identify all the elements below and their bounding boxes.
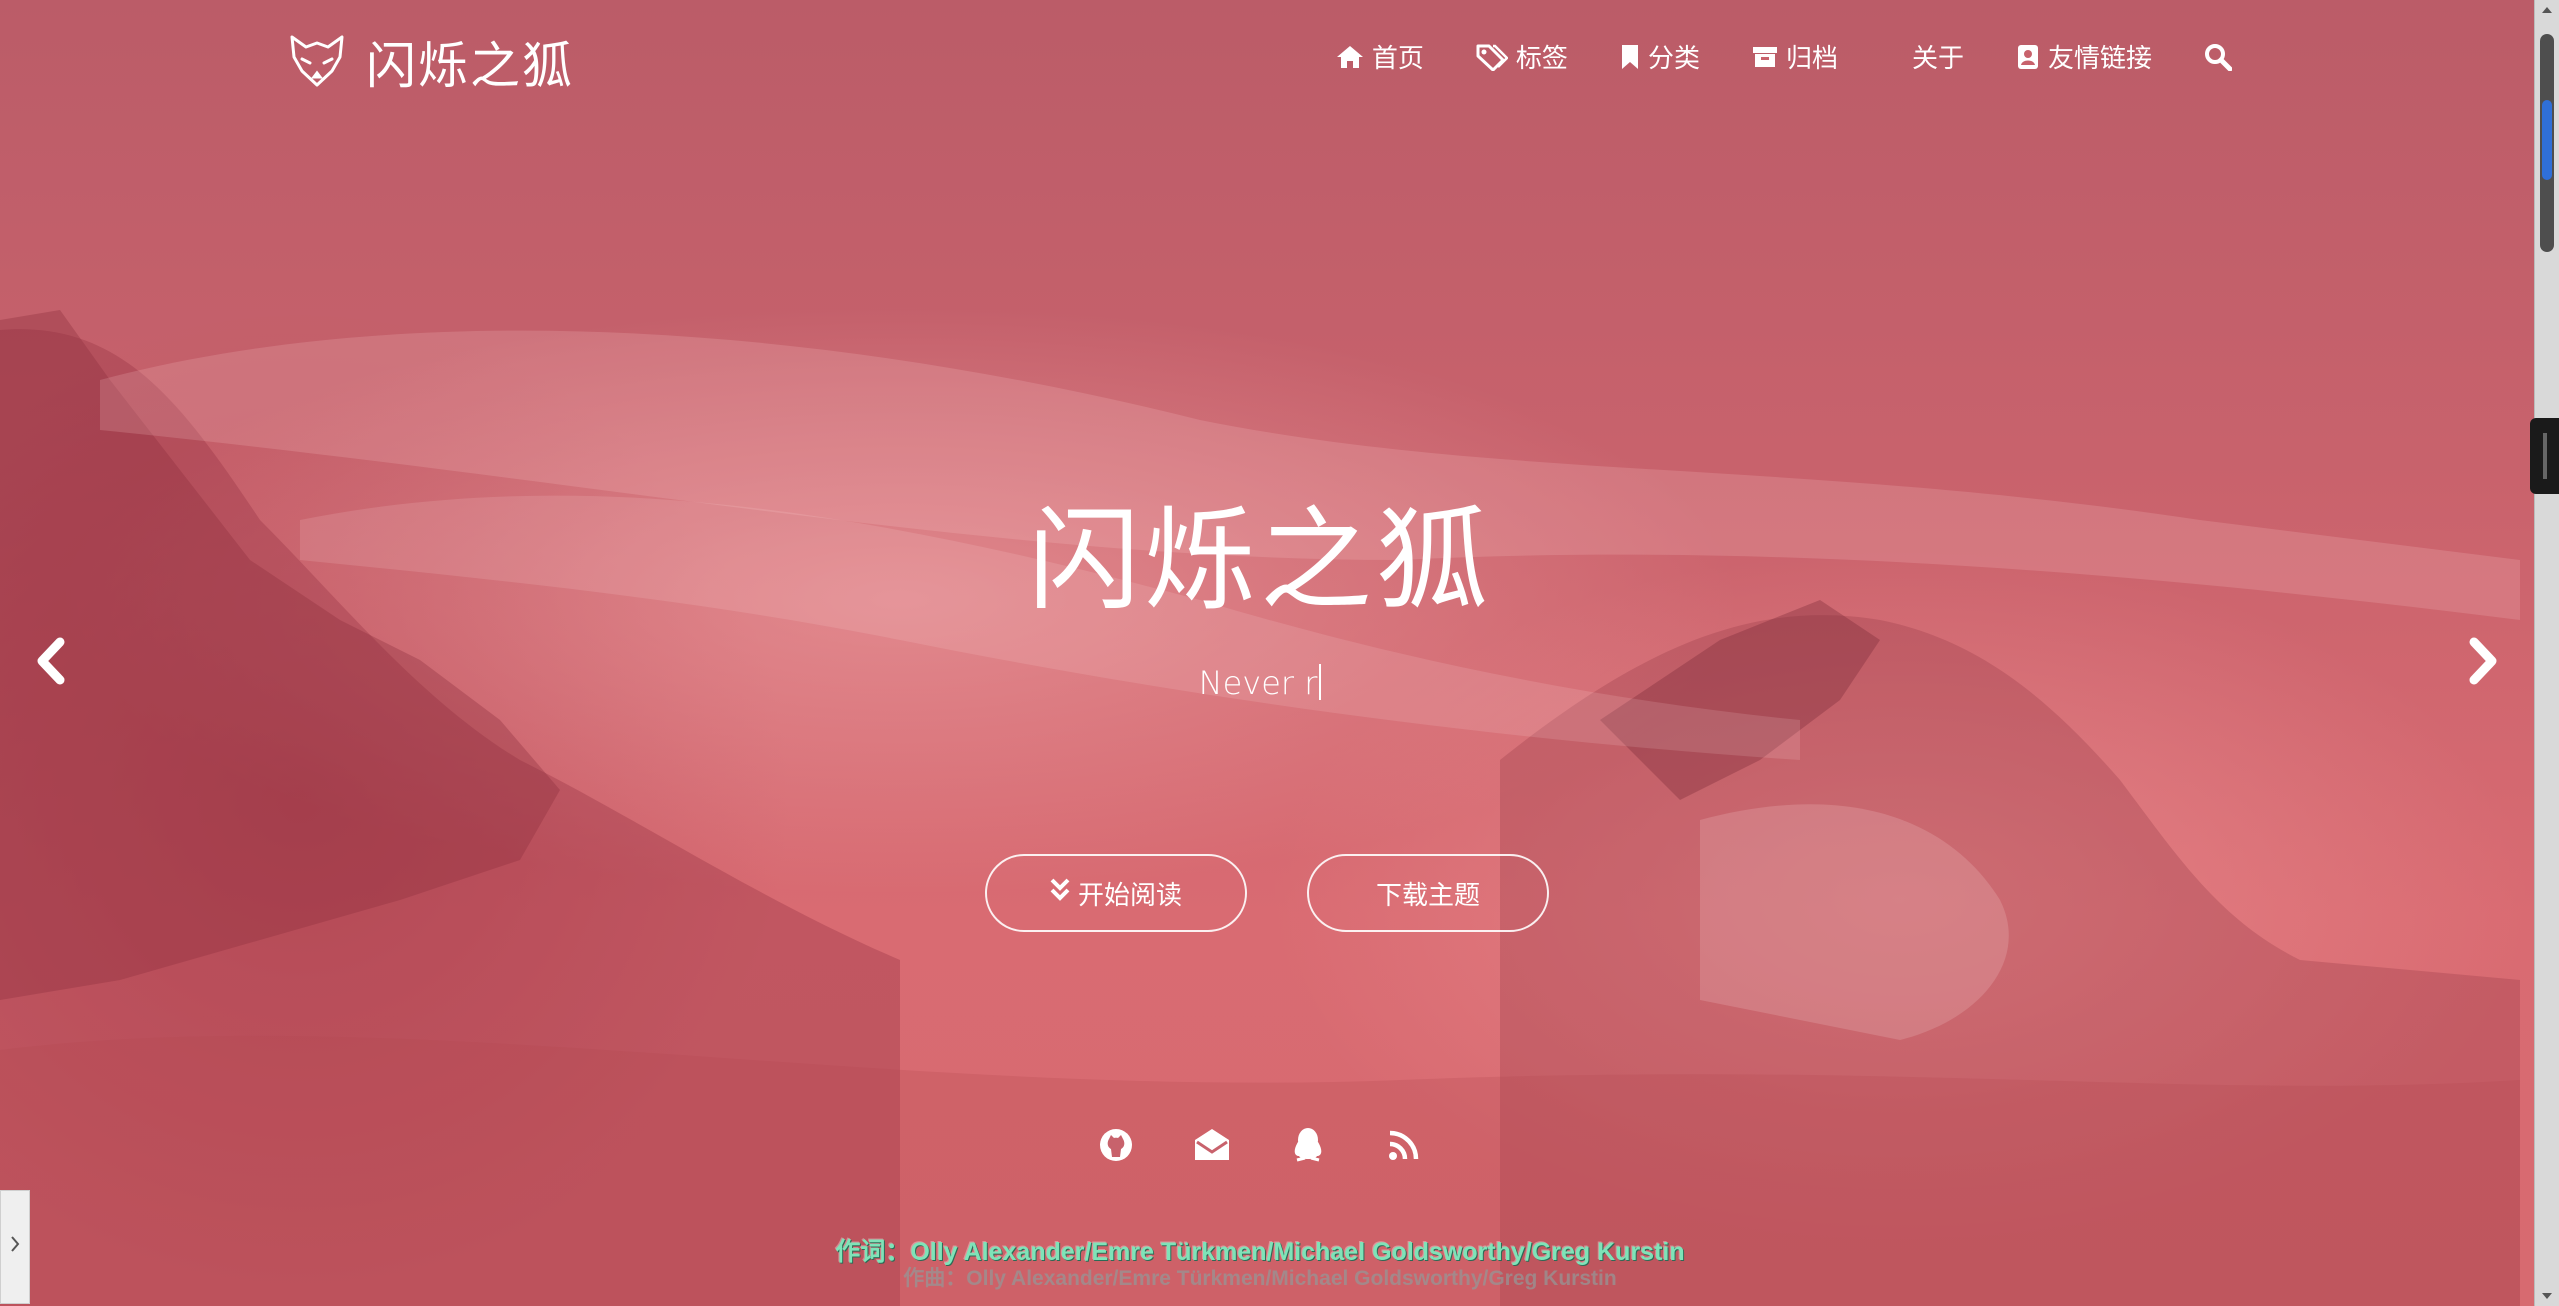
fox-icon (288, 31, 346, 94)
site-logo[interactable]: 闪烁之狐 (288, 26, 574, 98)
nav-label: 归档 (1785, 44, 1838, 74)
download-theme-label: 下载主题 (1375, 880, 1480, 911)
qq-icon (1291, 1126, 1325, 1169)
download-theme-button[interactable]: 下载主题 (1307, 854, 1549, 932)
bookmark-icon (1620, 44, 1640, 70)
carousel-next-button[interactable] (2462, 636, 2502, 686)
hero-title: 闪烁之狐 (1028, 496, 1492, 626)
carousel-prev-button[interactable] (32, 636, 72, 686)
vertical-scrollbar[interactable] (2534, 0, 2559, 1306)
typing-cursor (1319, 664, 1322, 700)
typed-text: Never r (1198, 664, 1318, 702)
email-link[interactable] (1193, 1128, 1231, 1166)
main-nav: 首页 标签 分类 归档 关于 友情链接 (1336, 38, 2232, 75)
nav-item-categories[interactable]: 分类 (1620, 38, 1700, 75)
hero-subtitle: Never r (0, 664, 2520, 702)
nav-label: 友情链接 (2047, 44, 2152, 74)
nav-label: 分类 (1647, 44, 1700, 74)
tags-icon (1476, 43, 1508, 71)
nav-label: 标签 (1515, 44, 1568, 74)
nav-item-archive[interactable]: 归档 (1752, 38, 1838, 75)
start-reading-label: 开始阅读 (1077, 880, 1182, 911)
envelope-open-icon (1193, 1128, 1231, 1167)
chevrons-down-icon (1050, 878, 1070, 909)
nav-label: 关于 (1911, 44, 1964, 74)
social-links (0, 1126, 2520, 1169)
scroll-position-indicator (2542, 100, 2552, 180)
start-reading-button[interactable]: 开始阅读 (985, 854, 1247, 932)
rss-link[interactable] (1385, 1128, 1423, 1166)
github-link[interactable] (1097, 1128, 1135, 1166)
rss-icon (1388, 1129, 1420, 1166)
nav-label: 首页 (1371, 44, 1424, 74)
site-title: 闪烁之狐 (366, 37, 574, 95)
search-icon (2204, 43, 2232, 71)
nav-item-tags[interactable]: 标签 (1476, 38, 1568, 75)
lyric-line-faded: 作曲：Olly Alexander/Emre Türkmen/Michael G… (903, 1267, 1617, 1290)
page-viewport: 闪烁之狐 首页 标签 分类 归档 关于 友情链接 闪烁之狐 Never r 开始… (0, 0, 2559, 1306)
qq-link[interactable] (1289, 1126, 1327, 1169)
archive-icon (1752, 45, 1778, 69)
nav-item-about[interactable]: 关于 (1890, 38, 1964, 75)
mountain-background (0, 310, 2520, 1306)
side-drag-handle[interactable] (2530, 418, 2559, 494)
scroll-up-button[interactable] (2535, 0, 2559, 20)
home-icon (1336, 44, 1364, 70)
address-book-icon (2016, 44, 2040, 70)
chevron-left-icon (32, 637, 72, 690)
search-button[interactable] (2204, 43, 2232, 71)
github-icon (1098, 1127, 1134, 1168)
nav-item-home[interactable]: 首页 (1336, 38, 1424, 75)
chevron-right-icon (9, 1233, 21, 1261)
chevron-right-icon (2462, 637, 2502, 690)
grip-icon (2542, 433, 2547, 479)
player-toggle-tab[interactable] (0, 1190, 30, 1304)
nav-item-links[interactable]: 友情链接 (2016, 38, 2152, 75)
scroll-down-button[interactable] (2535, 1286, 2559, 1306)
